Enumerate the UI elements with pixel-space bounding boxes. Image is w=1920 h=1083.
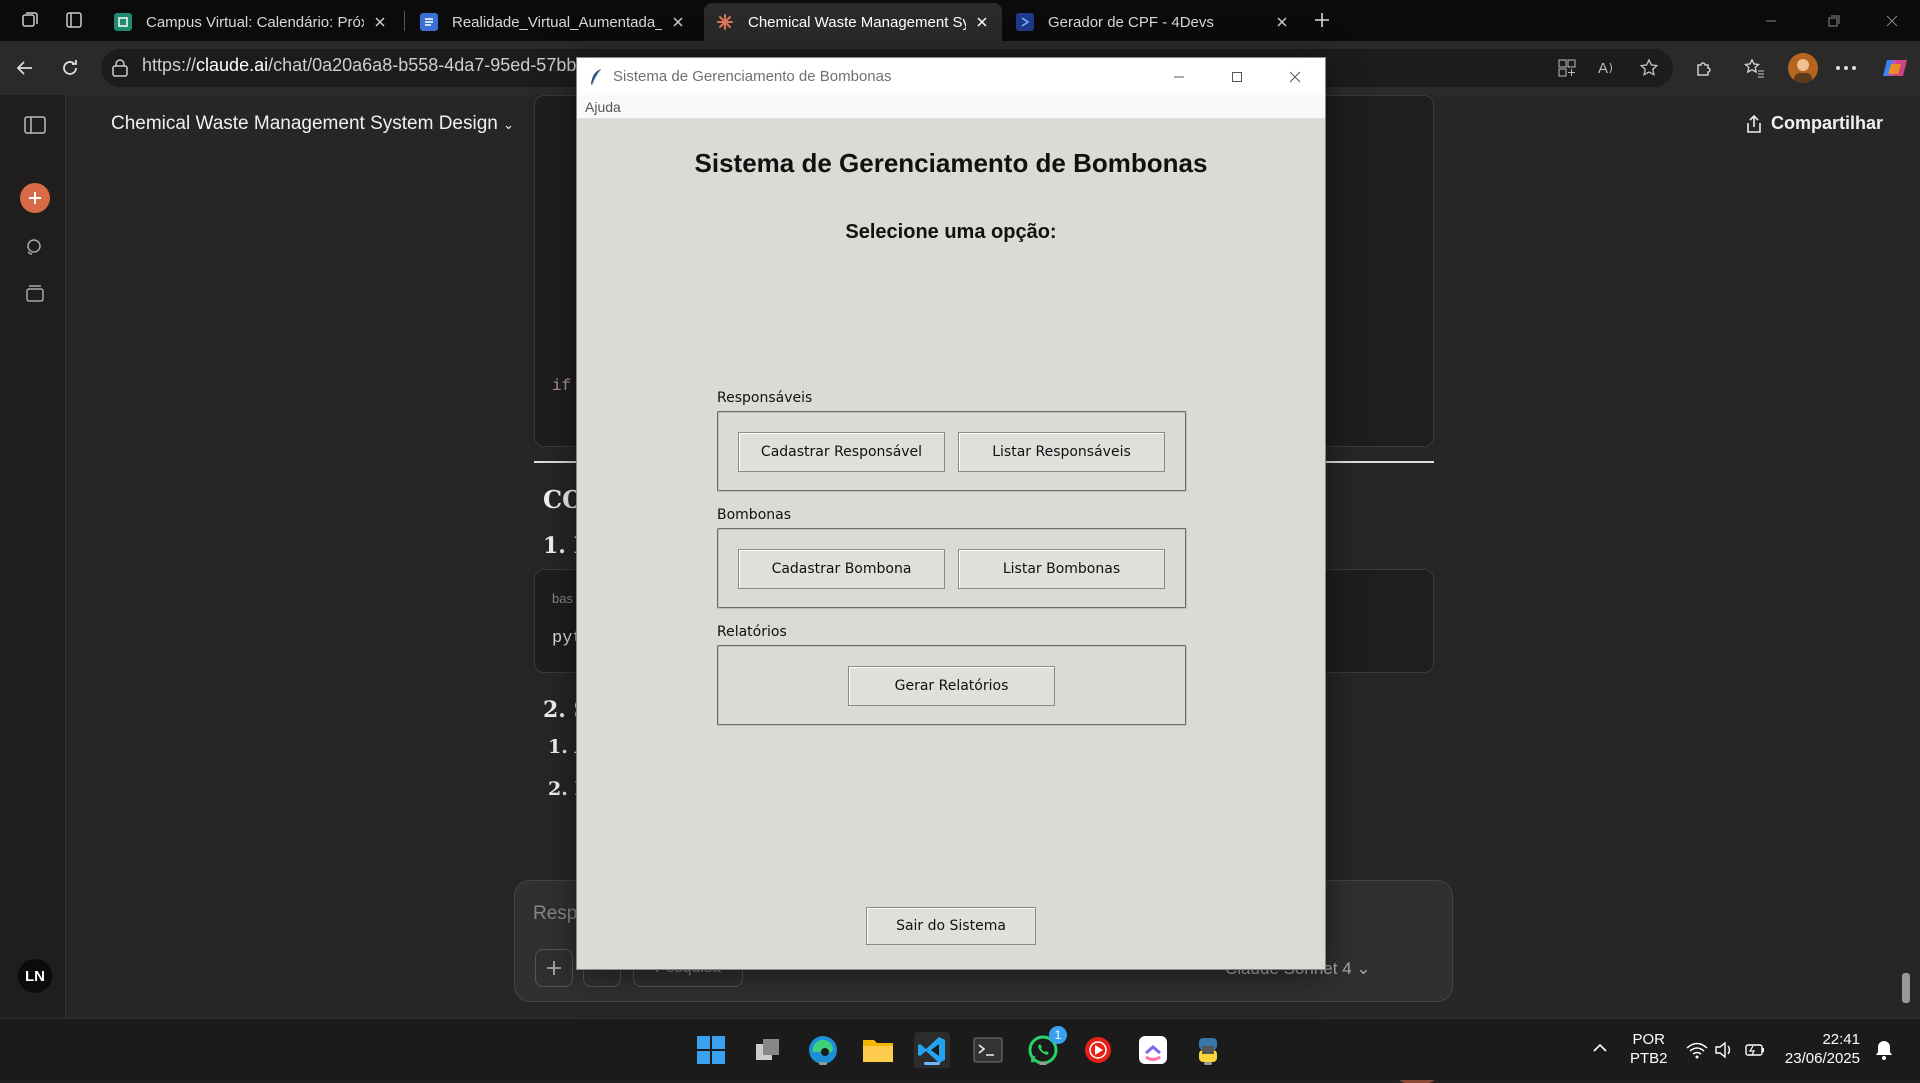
tab-title: Realidade_Virtual_Aumentada_Gr [452, 13, 662, 31]
tab-title: Gerador de CPF - 4Devs [1048, 13, 1214, 31]
app-heading: Sistema de Gerenciamento de Bombonas [694, 148, 1208, 178]
favorites-icon[interactable] [1742, 56, 1766, 80]
windows-taskbar: 1 POR PTB2 22:41 23/06/2025 [0, 1018, 1920, 1080]
python-icon[interactable] [1190, 1032, 1226, 1068]
task-view-icon[interactable] [750, 1032, 786, 1068]
terminal-icon[interactable] [970, 1032, 1006, 1068]
claude-favicon-icon [716, 13, 734, 31]
browser-tab-4devs[interactable]: Gerador de CPF - 4Devs [1004, 3, 1302, 41]
gerar-relatorios-button[interactable]: Gerar Relatórios [848, 666, 1055, 706]
back-icon[interactable] [13, 56, 37, 80]
chevron-down-icon: ⌄ [503, 117, 515, 132]
clickup-icon[interactable] [1135, 1032, 1171, 1068]
campus-favicon-icon [114, 13, 132, 31]
browser-tab-campus[interactable]: Campus Virtual: Calendário: Próxim [102, 3, 400, 41]
active-indicator [924, 1062, 940, 1065]
sair-do-sistema-button[interactable]: Sair do Sistema [866, 907, 1036, 945]
copilot-icon[interactable] [1881, 54, 1909, 82]
notifications-icon[interactable] [1874, 1039, 1894, 1061]
whatsapp-icon[interactable]: 1 [1025, 1026, 1067, 1068]
user-avatar[interactable]: LN [18, 959, 52, 993]
new-chat-plus-icon[interactable] [20, 183, 50, 213]
more-options-icon[interactable] [1834, 56, 1858, 80]
browser-tab-realidade[interactable]: Realidade_Virtual_Aumentada_Gr [408, 3, 698, 41]
close-tab-icon[interactable] [974, 14, 990, 30]
app-minimize-icon[interactable] [1166, 65, 1192, 89]
refresh-icon[interactable] [58, 56, 82, 80]
show-hidden-icons-icon[interactable] [1592, 1041, 1608, 1053]
youtube-music-icon[interactable] [1080, 1032, 1116, 1068]
volume-icon[interactable] [1714, 1041, 1734, 1059]
app-title-bar[interactable]: Sistema de Gerenciamento de Bombonas [577, 58, 1325, 95]
notification-badge: 1 [1049, 1026, 1067, 1044]
tab-separator [404, 11, 405, 31]
close-tab-icon[interactable] [670, 14, 686, 30]
listar-responsaveis-button[interactable]: Listar Responsáveis [958, 432, 1165, 472]
app-close-icon[interactable] [1282, 65, 1308, 89]
share-button[interactable]: Compartilhar [1745, 113, 1883, 134]
wifi-icon[interactable] [1686, 1041, 1708, 1059]
site-info-icon[interactable] [108, 56, 132, 80]
running-indicator [819, 1062, 827, 1065]
app-window-title: Sistema de Gerenciamento de Bombonas [613, 68, 892, 85]
browser-tab-bar: Campus Virtual: Calendário: Próxim Reali… [0, 0, 1920, 41]
read-aloud-icon[interactable]: A [1596, 56, 1620, 80]
chat-title[interactable]: Chemical Waste Management System Design … [111, 113, 514, 135]
group-label-responsaveis: Responsáveis [717, 390, 813, 406]
battery-icon[interactable] [1744, 1041, 1766, 1059]
app-window: Sistema de Gerenciamento de Bombonas Aju… [576, 57, 1326, 970]
share-label: Compartilhar [1771, 113, 1884, 133]
message-input-placeholder: Resp [533, 903, 578, 924]
running-indicator [1204, 1062, 1212, 1065]
app-available-icon[interactable] [1555, 56, 1579, 80]
svg-text:A: A [1598, 60, 1608, 77]
new-tab-icon[interactable] [1310, 8, 1334, 32]
cadastrar-bombona-button[interactable]: Cadastrar Bombona [738, 549, 945, 589]
group-label-bombonas: Bombonas [717, 507, 792, 523]
input-language[interactable]: POR PTB2 [1630, 1030, 1668, 1068]
windows-start-icon[interactable] [693, 1032, 729, 1068]
menu-help[interactable]: Ajuda [585, 99, 621, 115]
system-clock[interactable]: 22:41 23/06/2025 [1780, 1030, 1860, 1068]
group-label-relatorios: Relatórios [717, 624, 787, 640]
page-scrollbar-thumb[interactable] [1902, 973, 1910, 1003]
workspaces-icon[interactable] [18, 8, 42, 32]
favorite-star-icon[interactable] [1637, 56, 1661, 80]
tab-actions-icon[interactable] [62, 8, 86, 32]
app-subheading: Selecione uma opção: [845, 221, 1057, 243]
cadastrar-responsavel-button[interactable]: Cadastrar Responsável [738, 432, 945, 472]
file-explorer-icon[interactable] [860, 1032, 896, 1068]
url-text[interactable]: https://claude.ai/chat/0a20a6a8-b558-4da… [142, 55, 582, 76]
edge-browser-icon[interactable] [805, 1032, 841, 1068]
profile-avatar-icon[interactable] [1788, 53, 1818, 83]
close-tab-icon[interactable] [1274, 14, 1290, 30]
browser-tab-claude[interactable]: Chemical Waste Management Sys [704, 3, 1002, 41]
app-maximize-icon[interactable] [1224, 65, 1250, 89]
code-fragment: if [552, 377, 572, 395]
tab-title: Chemical Waste Management Sys [748, 13, 966, 31]
close-tab-icon[interactable] [372, 14, 388, 30]
projects-archive-icon[interactable] [21, 279, 49, 307]
close-window-icon[interactable] [1878, 8, 1906, 34]
feather-app-icon [589, 68, 603, 86]
minimize-icon[interactable] [1757, 8, 1785, 34]
attach-plus-icon[interactable] [535, 949, 573, 987]
left-sidebar: LN [0, 95, 66, 1018]
extensions-icon[interactable] [1692, 56, 1716, 80]
4devs-favicon-icon [1016, 13, 1034, 31]
restore-icon[interactable] [1820, 8, 1848, 34]
code-language: bas [552, 591, 573, 606]
vscode-icon[interactable] [914, 1032, 950, 1068]
running-indicator [1039, 1062, 1047, 1065]
listar-bombonas-button[interactable]: Listar Bombonas [958, 549, 1165, 589]
share-icon [1745, 114, 1763, 134]
tab-title: Campus Virtual: Calendário: Próxim [146, 13, 364, 31]
sidebar-toggle-icon[interactable] [21, 111, 49, 139]
app-menu-bar: Ajuda [577, 95, 1325, 119]
document-favicon-icon [420, 13, 438, 31]
chats-search-icon[interactable] [21, 233, 49, 261]
